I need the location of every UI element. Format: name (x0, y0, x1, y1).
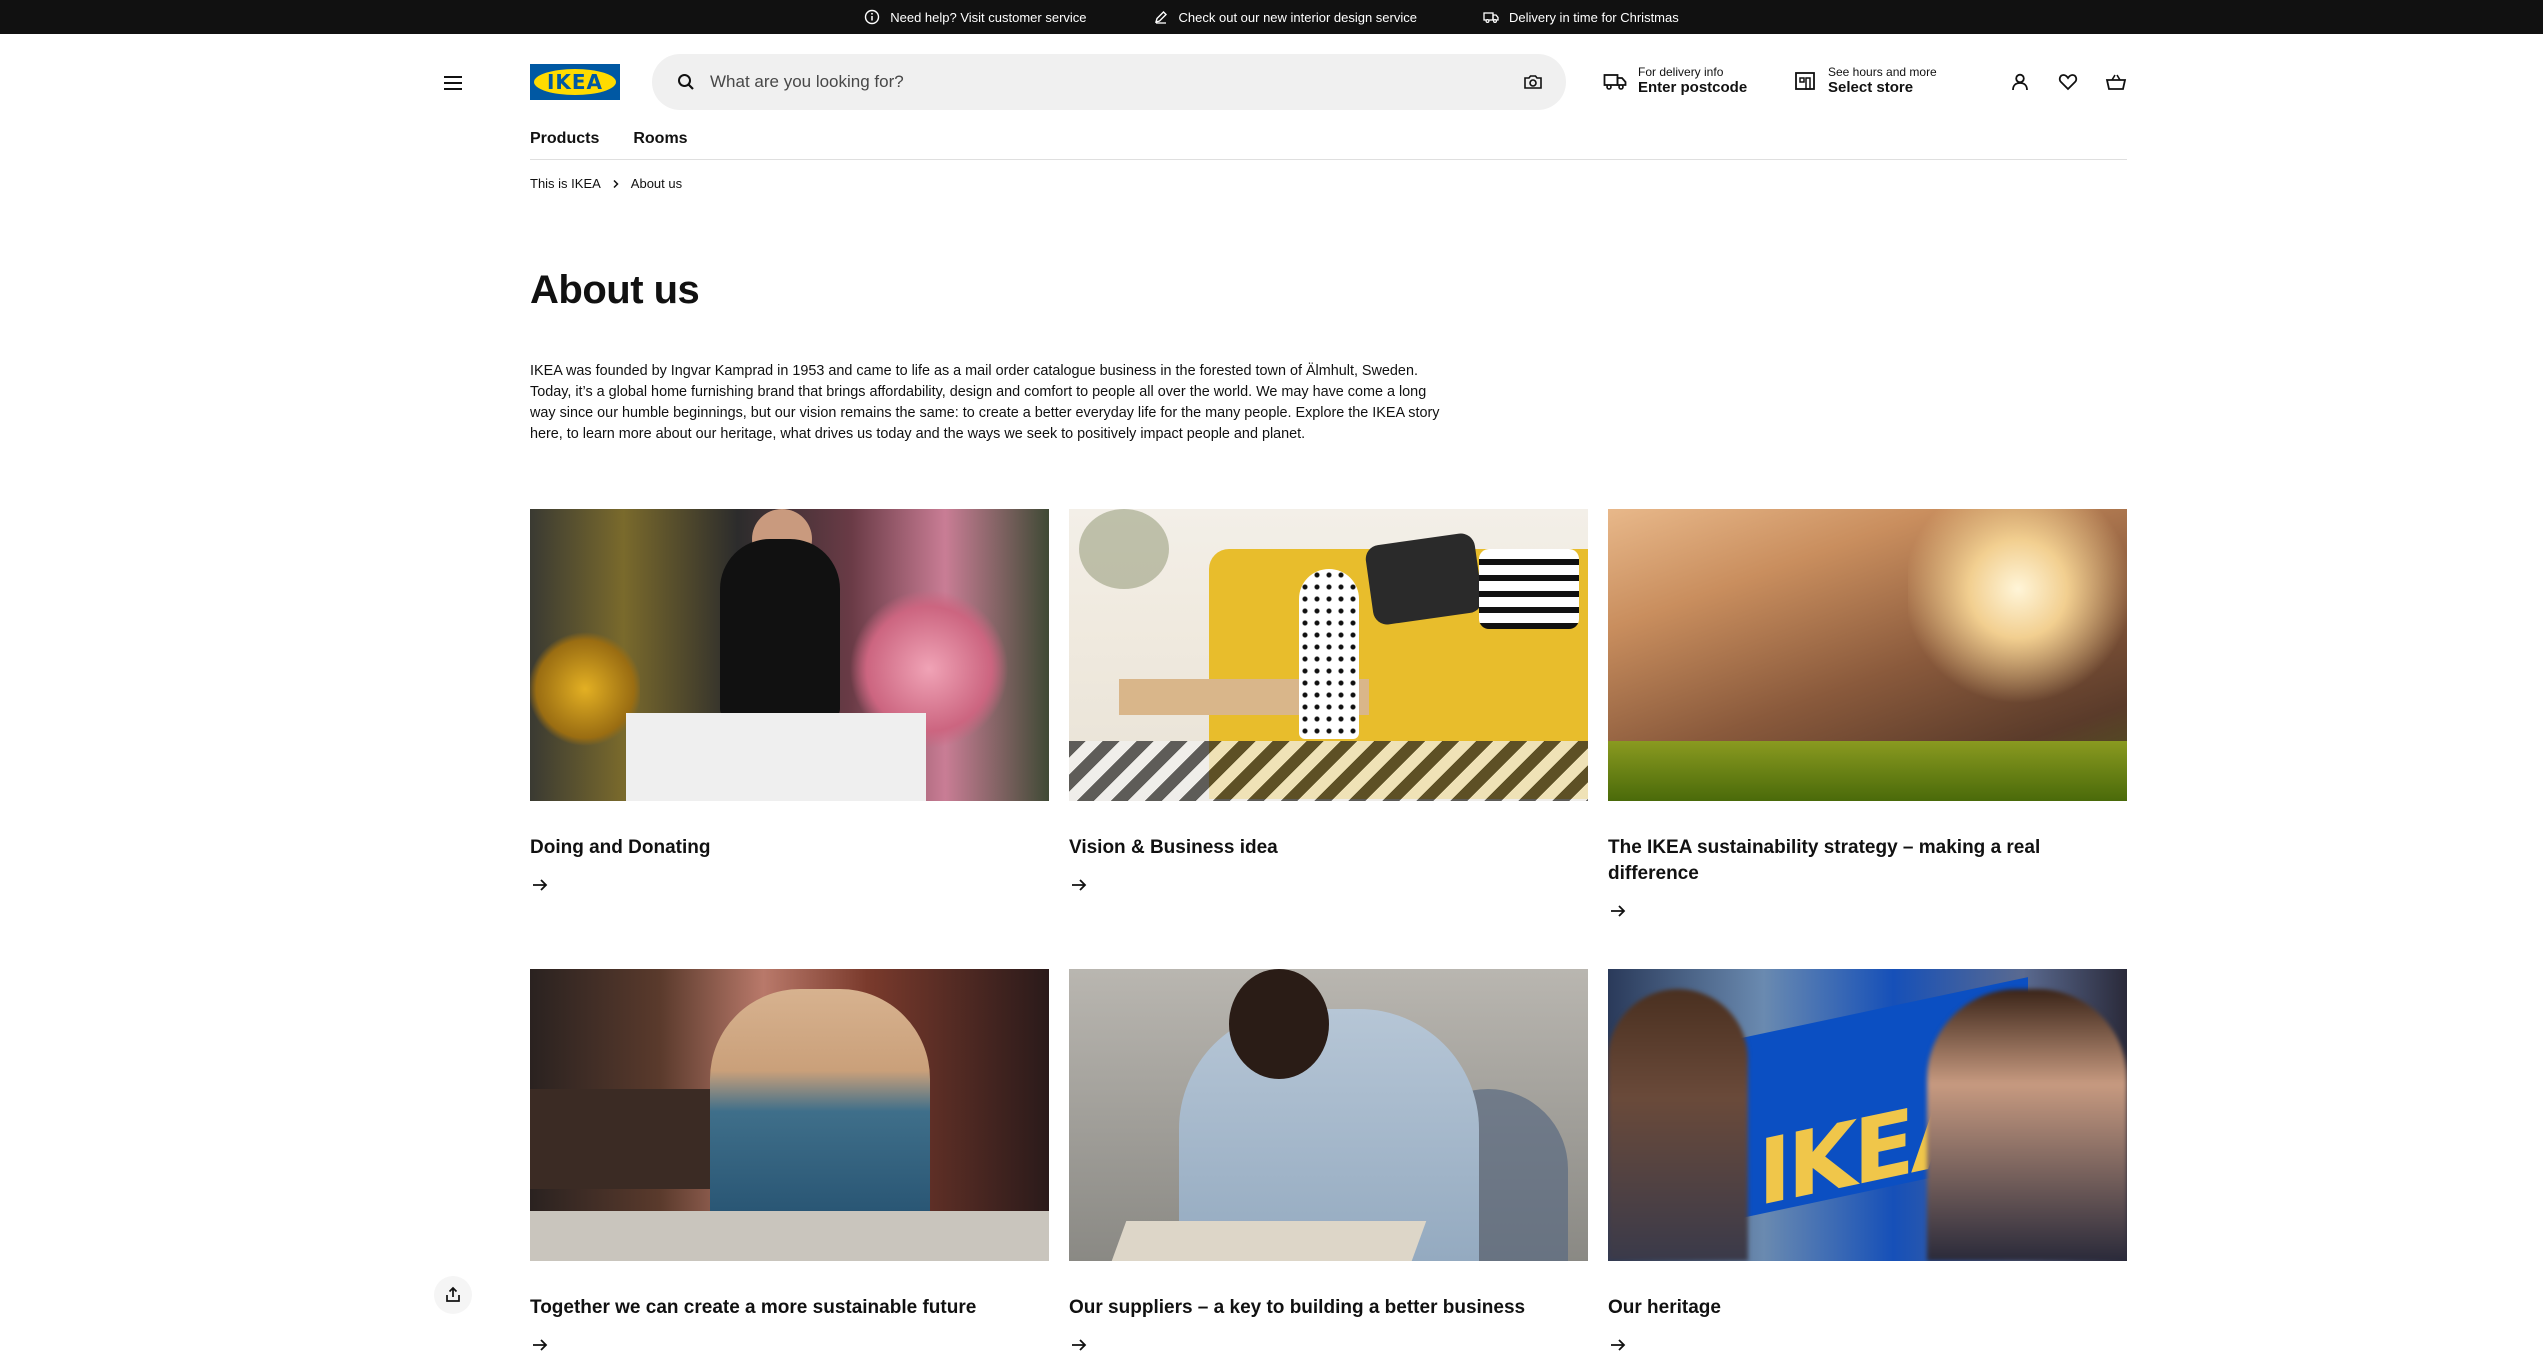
arrow-right-icon (533, 879, 548, 891)
card-image: IKEA (1608, 969, 2127, 1261)
truck-icon (1602, 68, 1628, 94)
card-vision-business-idea[interactable]: Vision & Business idea (1069, 509, 1588, 900)
promo-label: Need help? Visit customer service (890, 9, 1087, 25)
card-image (1069, 969, 1588, 1261)
card-title: Doing and Donating (530, 837, 711, 858)
card-title: Vision & Business idea (1069, 837, 1278, 858)
user-icon (2012, 73, 2028, 91)
arrow-right-icon (1611, 1339, 1626, 1351)
promo-bar: Need help? Visit customer service Check … (0, 0, 2543, 34)
info-icon (865, 9, 880, 25)
heart-icon (2058, 74, 2078, 91)
promo-label: Check out our new interior design servic… (1178, 9, 1417, 25)
chevron-right-icon (613, 179, 619, 188)
arrow-right-icon (533, 1339, 548, 1351)
delivery-postcode-button[interactable]: For delivery info Enter postcode (1602, 59, 1747, 103)
card-image (530, 509, 1049, 801)
store-big-label: Select store (1828, 79, 1914, 97)
card-sustainability-strategy[interactable]: The IKEA sustainability strategy – makin… (1608, 509, 2127, 926)
delivery-big-label: Enter postcode (1638, 79, 1748, 97)
nav-divider (530, 159, 2127, 160)
card-our-suppliers[interactable]: Our suppliers – a key to building a bett… (1069, 969, 1588, 1357)
share-button[interactable] (434, 1276, 472, 1314)
profile-button[interactable] (2006, 68, 2034, 96)
nav-item-products[interactable]: Products (530, 130, 599, 148)
delivery-small-label: For delivery info (1638, 64, 1724, 79)
breadcrumb-link-this-is-ikea[interactable]: This is IKEA (530, 176, 601, 191)
page-title: About us (530, 268, 700, 312)
hamburger-menu-button[interactable] (440, 70, 466, 96)
card-image (530, 969, 1049, 1261)
favourites-button[interactable] (2054, 68, 2082, 96)
card-title: Our suppliers – a key to building a bett… (1069, 1297, 1526, 1318)
search-icon[interactable] (676, 72, 696, 92)
breadcrumb-current: About us (630, 176, 683, 191)
hamburger-icon (444, 76, 462, 90)
store-icon (1792, 68, 1818, 94)
store-text: See hours and more Select store (1828, 65, 1937, 97)
select-store-button[interactable]: See hours and more Select store (1792, 59, 1937, 103)
main-nav: Products Rooms (530, 130, 688, 148)
card-image (1069, 509, 1588, 801)
search-input[interactable] (710, 62, 1490, 102)
card-our-heritage[interactable]: IKEA Our heritage (1608, 969, 2127, 1357)
card-title: Together we can create a more sustainabl… (530, 1297, 977, 1318)
ikea-logo[interactable]: IKEA (530, 64, 620, 100)
breadcrumb: This is IKEA About us (530, 176, 682, 191)
arrow-right-icon (1611, 905, 1626, 917)
arrow-right-icon (1072, 1339, 1087, 1351)
logo-oval: IKEA (534, 69, 616, 95)
promo-customer-service[interactable]: Need help? Visit customer service (864, 9, 1087, 25)
share-icon (446, 1286, 460, 1302)
shopping-bag-icon (2105, 74, 2127, 90)
promo-delivery[interactable]: Delivery in time for Christmas (1483, 9, 1679, 25)
card-title: Our heritage (1608, 1297, 1721, 1318)
store-small-label: See hours and more (1828, 64, 1937, 79)
search-bar (652, 54, 1566, 110)
logo-text: IKEA (546, 70, 604, 94)
pencil-icon (1154, 11, 1167, 24)
promo-interior-design[interactable]: Check out our new interior design servic… (1153, 9, 1417, 25)
card-doing-and-donating[interactable]: Doing and Donating (530, 509, 1049, 900)
intro-paragraph: IKEA was founded by Ingvar Kamprad in 19… (530, 363, 1440, 442)
promo-label: Delivery in time for Christmas (1508, 9, 1679, 25)
arrow-right-icon (1072, 879, 1087, 891)
nav-item-rooms[interactable]: Rooms (633, 130, 687, 148)
camera-icon[interactable] (1522, 71, 1544, 93)
cart-button[interactable] (2102, 68, 2130, 96)
card-image (1608, 509, 2127, 801)
truck-icon (1483, 12, 1499, 24)
card-title: The IKEA sustainability strategy – makin… (1608, 837, 2041, 884)
delivery-text: For delivery info Enter postcode (1638, 65, 1747, 97)
card-sustainable-future[interactable]: Together we can create a more sustainabl… (530, 969, 1049, 1357)
site-header: IKEA For delivery info Enter postcode Se… (0, 34, 2543, 130)
